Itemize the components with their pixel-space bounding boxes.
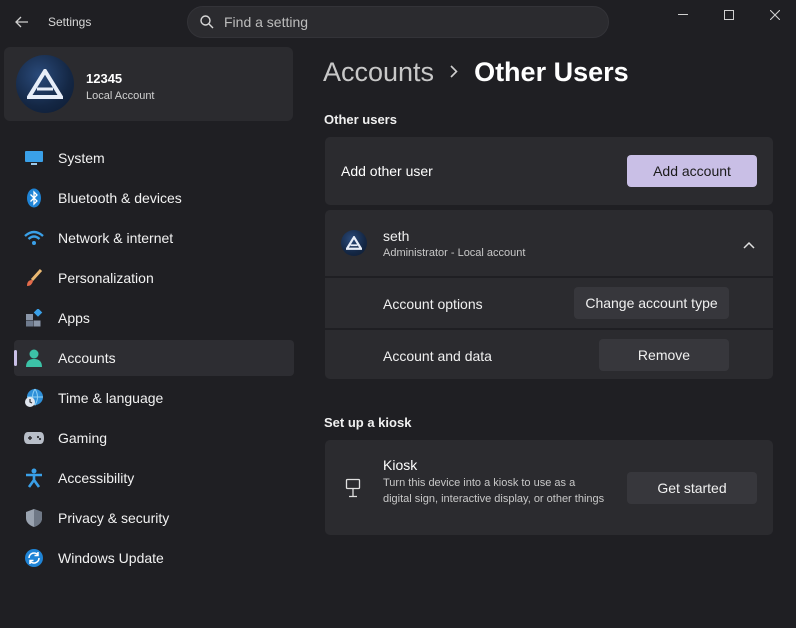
close-icon — [770, 10, 780, 20]
account-data-row: Account and data Remove — [325, 330, 773, 379]
breadcrumb-parent[interactable]: Accounts — [323, 57, 434, 88]
monitor-icon — [22, 146, 46, 170]
sidebar-item-bluetooth[interactable]: Bluetooth & devices — [14, 180, 294, 216]
change-account-type-button[interactable]: Change account type — [574, 287, 729, 319]
sidebar-item-label: Time & language — [58, 390, 164, 406]
profile-card[interactable]: 12345 Local Account — [4, 47, 293, 121]
user-role: Administrator - Local account — [383, 247, 526, 259]
account-options-row: Account options Change account type — [325, 278, 773, 328]
sidebar-item-time-language[interactable]: Time & language — [14, 380, 294, 416]
user-header-row[interactable]: seth Administrator - Local account — [325, 210, 773, 276]
sidebar-item-label: Accessibility — [58, 470, 135, 486]
breadcrumb: Accounts Other Users — [323, 57, 629, 88]
search-icon — [200, 15, 214, 29]
user-card-seth: seth Administrator - Local account Accou… — [325, 210, 773, 379]
sidebar-item-label: System — [58, 150, 105, 166]
kiosk-icon — [345, 478, 361, 503]
shield-icon — [22, 506, 46, 530]
sidebar-item-windows-update[interactable]: Windows Update — [14, 540, 294, 576]
remove-button[interactable]: Remove — [599, 339, 729, 371]
profile-name: 12345 — [86, 71, 123, 86]
kiosk-description: Turn this device into a kiosk to use as … — [383, 477, 605, 505]
search-box[interactable] — [187, 6, 609, 38]
add-other-user-label: Add other user — [341, 163, 433, 179]
close-button[interactable] — [752, 0, 796, 30]
account-data-label: Account and data — [383, 348, 492, 364]
app-title: Settings — [48, 15, 92, 29]
sidebar-item-gaming[interactable]: Gaming — [14, 420, 294, 456]
kiosk-card: Kiosk Turn this device into a kiosk to u… — [325, 440, 773, 535]
avatar-logo-icon — [346, 236, 362, 250]
sidebar-item-label: Gaming — [58, 430, 108, 446]
avatar-logo-icon — [27, 69, 63, 99]
sidebar-item-label: Windows Update — [58, 550, 164, 566]
update-icon — [22, 546, 46, 570]
back-arrow-icon — [15, 16, 28, 28]
chevron-right-icon — [450, 62, 458, 83]
chevron-up-icon[interactable] — [743, 236, 755, 252]
accessibility-icon — [22, 466, 46, 490]
maximize-icon — [724, 10, 734, 20]
avatar — [16, 55, 74, 113]
sidebar-item-personalization[interactable]: Personalization — [14, 260, 294, 296]
add-other-user-card: Add other user Add account — [325, 137, 773, 205]
maximize-button[interactable] — [706, 0, 752, 30]
sidebar-item-label: Privacy & security — [58, 510, 170, 526]
brush-icon — [22, 266, 46, 290]
kiosk-title: Kiosk — [383, 457, 418, 473]
back-button[interactable] — [8, 8, 36, 36]
gamepad-icon — [22, 426, 46, 450]
sidebar-item-privacy[interactable]: Privacy & security — [14, 500, 294, 536]
section-title-other-users: Other users — [324, 112, 397, 127]
apps-icon — [22, 306, 46, 330]
minimize-icon — [678, 14, 688, 15]
sidebar-nav: System Bluetooth & devices Network & int… — [14, 140, 294, 580]
title-bar: Settings — [0, 0, 796, 44]
user-name: seth — [383, 228, 410, 244]
sidebar-item-label: Accounts — [58, 350, 116, 366]
person-icon — [22, 346, 46, 370]
account-options-label: Account options — [383, 296, 483, 312]
profile-account-type: Local Account — [86, 90, 155, 102]
add-account-button[interactable]: Add account — [627, 155, 757, 187]
globe-clock-icon — [22, 386, 46, 410]
sidebar-item-label: Personalization — [58, 270, 154, 286]
wifi-icon — [22, 226, 46, 250]
search-input[interactable] — [224, 14, 584, 30]
sidebar-item-label: Network & internet — [58, 230, 174, 246]
get-started-button[interactable]: Get started — [627, 472, 757, 504]
sidebar-item-system[interactable]: System — [14, 140, 294, 176]
sidebar-item-apps[interactable]: Apps — [14, 300, 294, 336]
section-title-kiosk: Set up a kiosk — [324, 415, 412, 430]
sidebar-item-accounts[interactable]: Accounts — [14, 340, 294, 376]
page-title: Other Users — [474, 57, 629, 87]
bluetooth-icon — [22, 186, 46, 210]
sidebar-item-label: Apps — [58, 310, 90, 326]
sidebar-item-label: Bluetooth & devices — [58, 190, 182, 206]
minimize-button[interactable] — [660, 0, 706, 30]
sidebar-item-accessibility[interactable]: Accessibility — [14, 460, 294, 496]
sidebar-item-network[interactable]: Network & internet — [14, 220, 294, 256]
user-avatar — [341, 230, 367, 256]
